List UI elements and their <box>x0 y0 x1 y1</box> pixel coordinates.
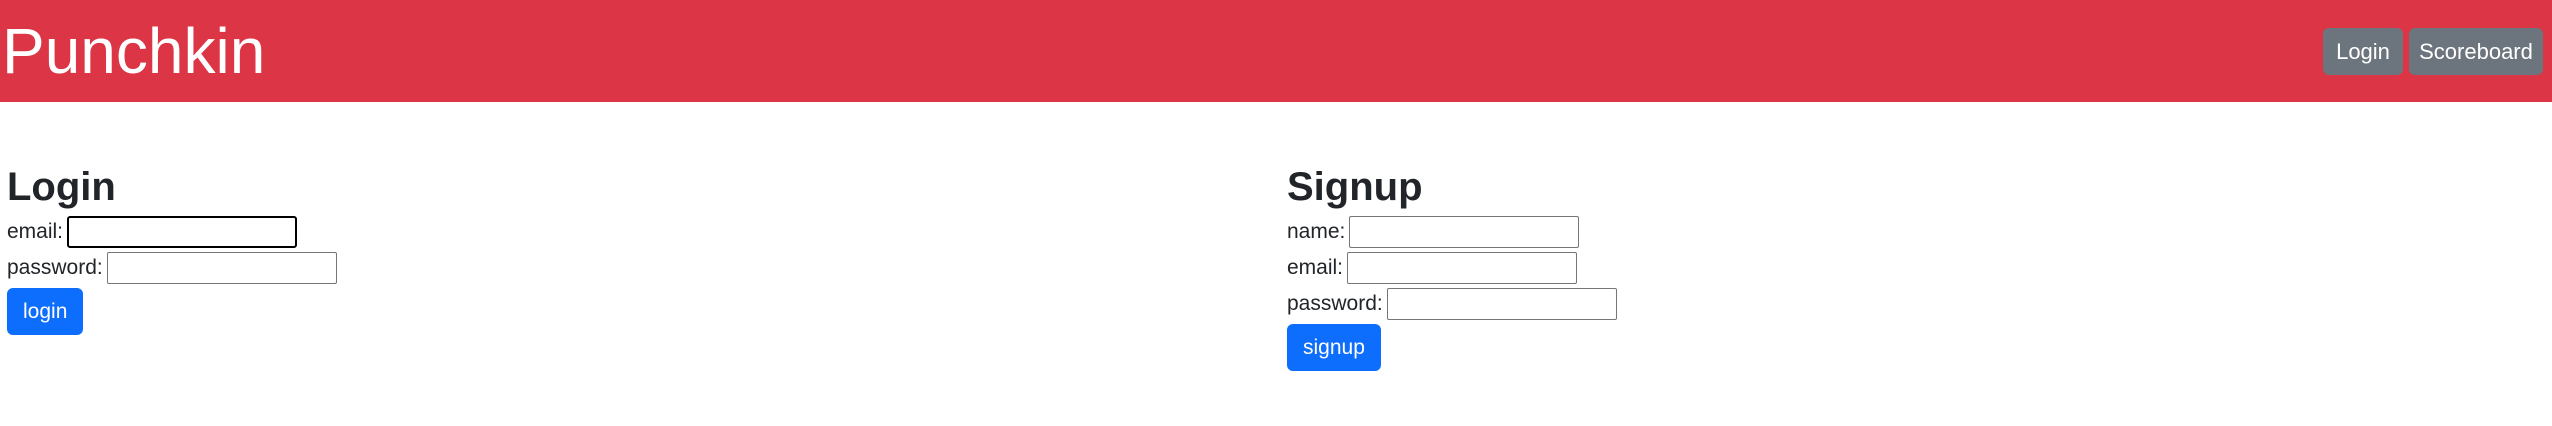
login-password-input[interactable] <box>106 252 337 284</box>
login-section: Login email: password: login <box>7 160 337 335</box>
navbar: Punchkin Login Scoreboard <box>0 0 2552 102</box>
login-email-row: email: <box>7 214 337 250</box>
login-submit-button[interactable]: login <box>7 288 84 335</box>
nav-login-button[interactable]: Login <box>2323 28 2403 75</box>
login-password-label: password: <box>7 256 103 279</box>
signup-name-row: name: <box>1287 214 1617 250</box>
signup-password-row: password: <box>1287 286 1617 322</box>
signup-name-label: name: <box>1287 220 1346 243</box>
brand-title[interactable]: Punchkin <box>2 14 265 88</box>
signup-heading: Signup <box>1287 165 1423 209</box>
signup-section: Signup name: email: password: signup <box>1287 160 1617 371</box>
signup-email-input[interactable] <box>1347 252 1578 284</box>
signup-email-label: email: <box>1287 256 1344 279</box>
signup-password-label: password: <box>1287 292 1383 315</box>
signup-submit-button[interactable]: signup <box>1287 324 1381 371</box>
login-email-label: email: <box>7 220 64 243</box>
signup-email-row: email: <box>1287 250 1617 286</box>
signup-name-input[interactable] <box>1349 216 1580 248</box>
nav-scoreboard-button[interactable]: Scoreboard <box>2409 28 2543 75</box>
signup-password-input[interactable] <box>1386 288 1617 320</box>
login-email-input[interactable] <box>67 216 298 248</box>
login-password-row: password: <box>7 250 337 286</box>
login-heading: Login <box>7 165 116 209</box>
